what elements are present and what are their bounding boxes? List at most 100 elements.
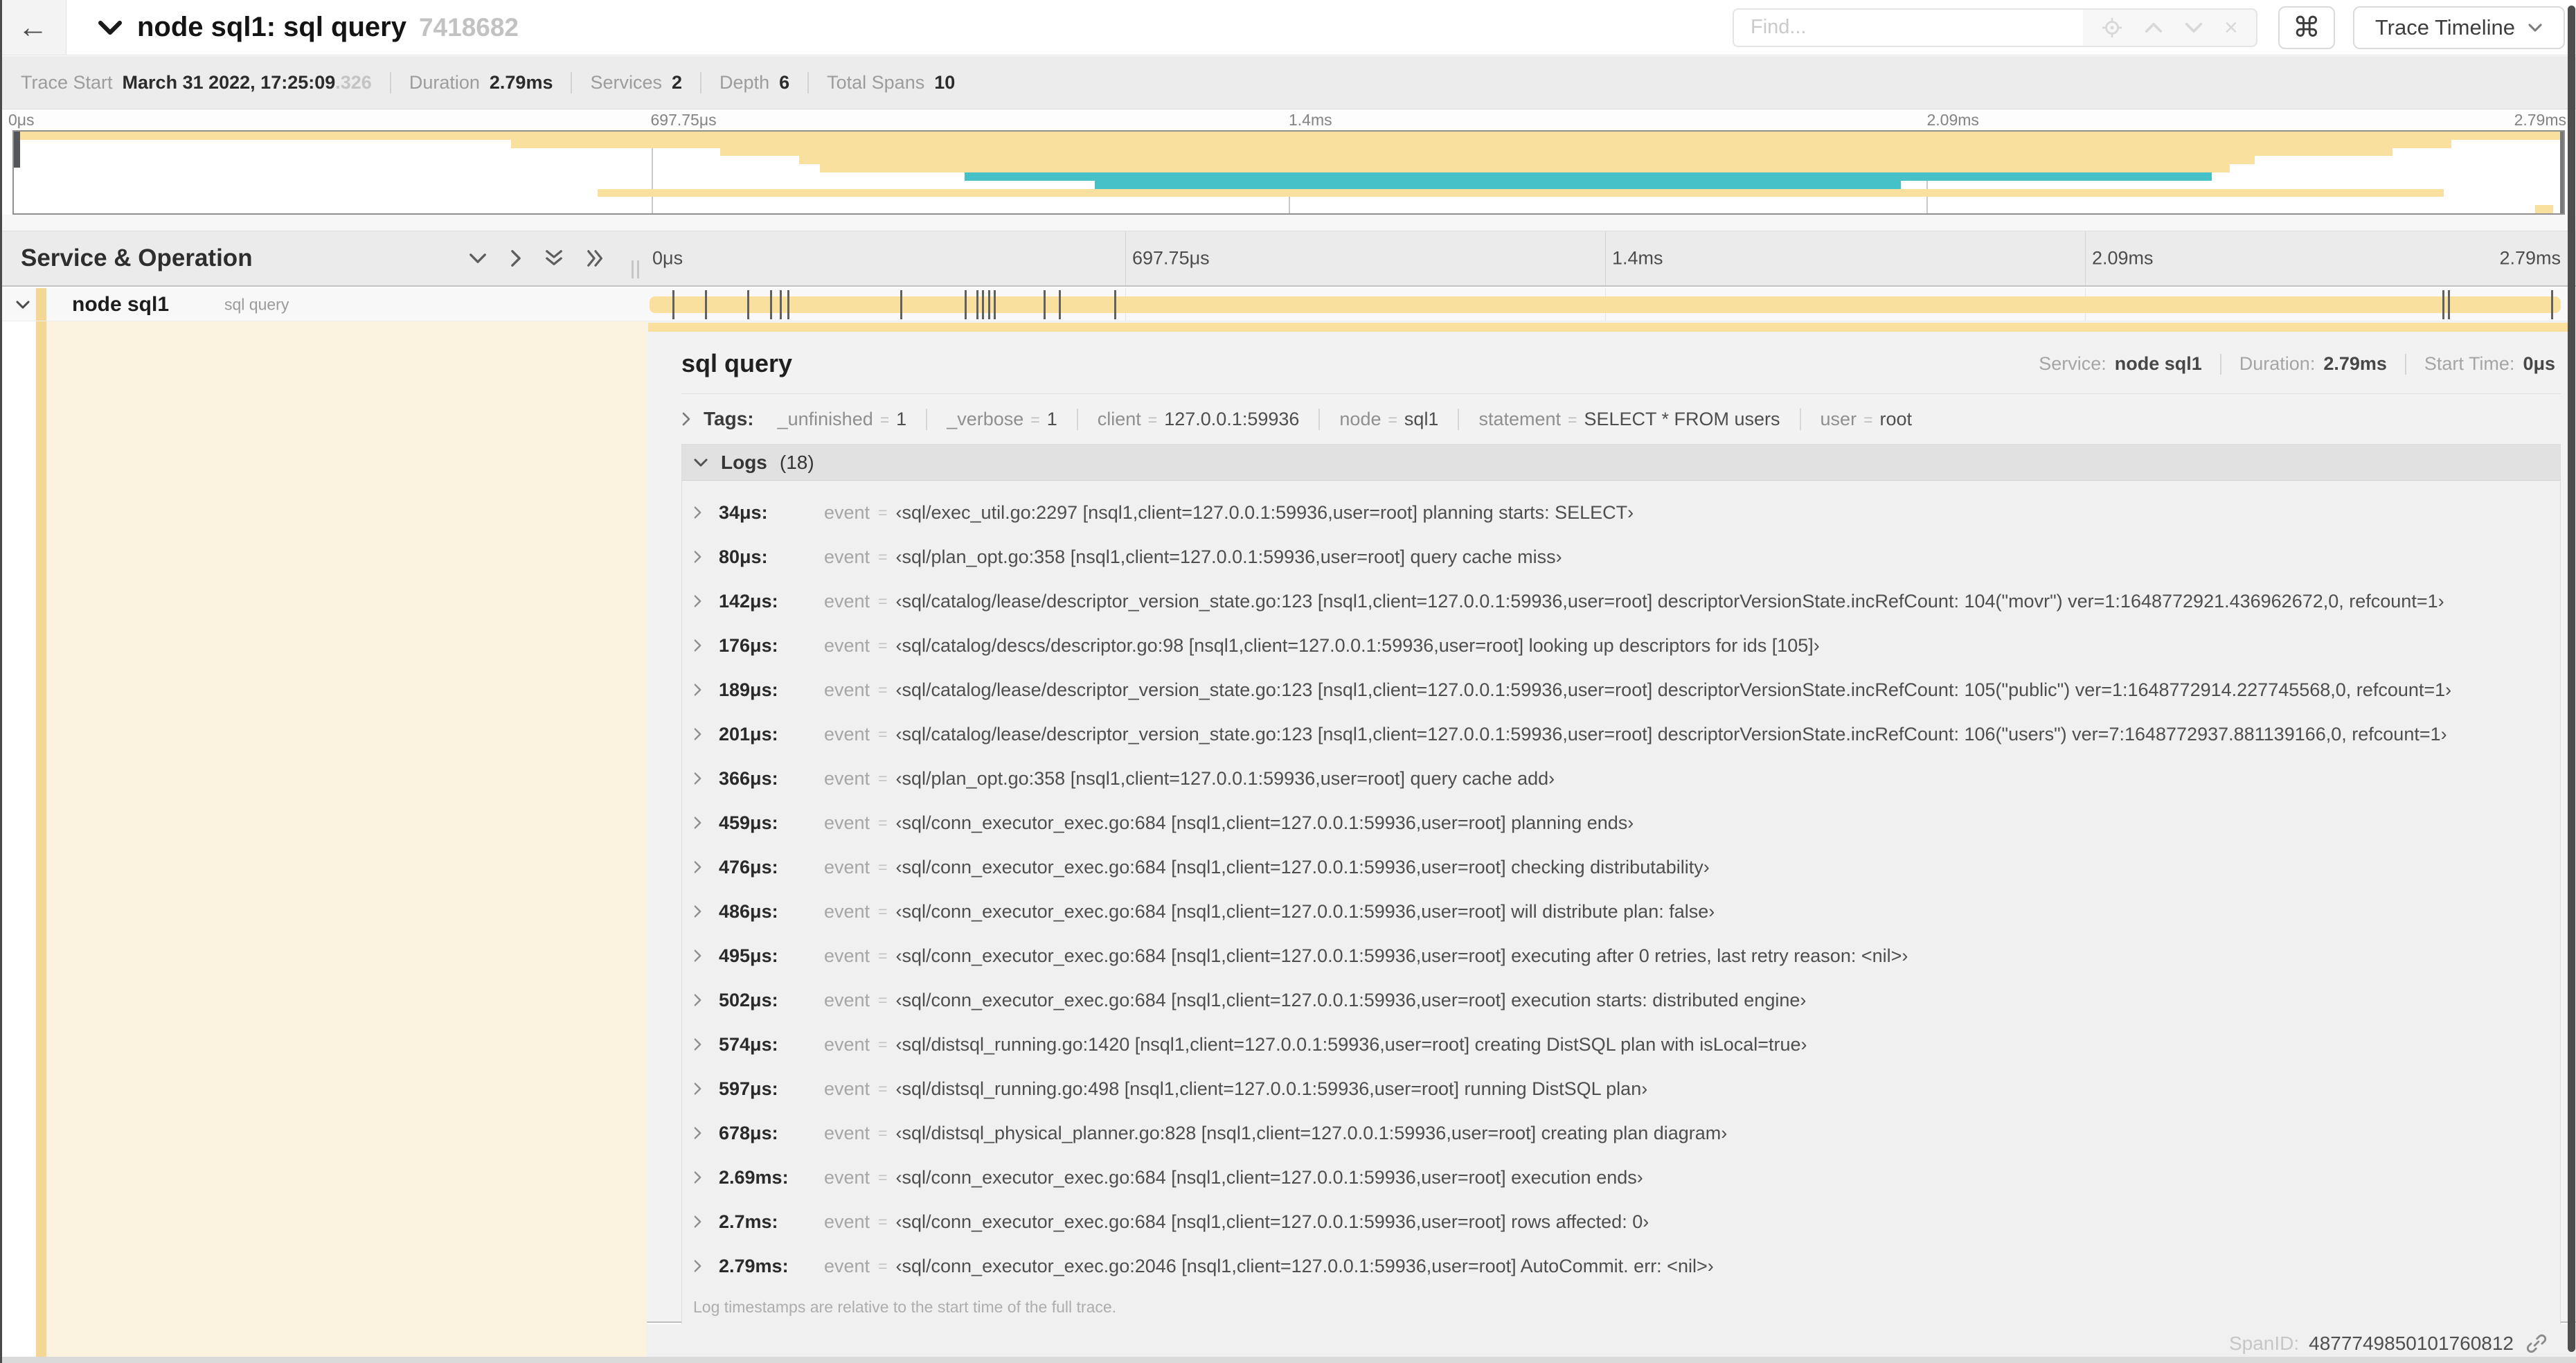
find-prev-chevron-up-icon[interactable] — [2144, 21, 2163, 34]
back-button[interactable]: ← — [0, 0, 66, 55]
span-timeline-area[interactable] — [645, 288, 2565, 321]
log-marker — [976, 290, 978, 319]
tags-row[interactable]: Tags: _unfinished = 1 _verbose = 1 clien… — [681, 394, 2561, 444]
log-chevron-right-icon[interactable] — [693, 772, 702, 785]
log-chevron-right-icon[interactable] — [693, 1170, 702, 1184]
log-row[interactable]: 678μs: event = ‹sql/distsql_physical_pla… — [682, 1111, 2560, 1155]
log-chevron-right-icon[interactable] — [693, 550, 702, 564]
log-chevron-right-icon[interactable] — [693, 860, 702, 874]
logs-header[interactable]: Logs (18) — [682, 445, 2560, 481]
log-chevron-right-icon[interactable] — [693, 949, 702, 963]
left-edge-scrollbar[interactable] — [0, 0, 2, 1363]
log-field-key: event — [824, 1078, 870, 1099]
log-row[interactable]: 495μs: event = ‹sql/conn_executor_exec.g… — [682, 934, 2560, 978]
log-field-key: event — [824, 812, 870, 833]
log-chevron-right-icon[interactable] — [693, 727, 702, 741]
log-row[interactable]: 2.69ms: event = ‹sql/conn_executor_exec.… — [682, 1155, 2560, 1200]
vertical-scrollbar-thumb[interactable] — [2568, 6, 2575, 1352]
log-chevron-right-icon[interactable] — [693, 683, 702, 697]
tag-equals: = — [1863, 410, 1873, 429]
log-field-key: event — [824, 723, 870, 745]
minimap-right-scrubber-handle[interactable] — [2560, 132, 2564, 213]
detail-title-row[interactable]: sql query Service: node sql1 Duration: 2… — [681, 321, 2561, 391]
tag-value: 1 — [896, 408, 907, 429]
minimap-left-scrubber-handle[interactable] — [14, 132, 20, 168]
log-row[interactable]: 80μs: event = ‹sql/plan_opt.go:358 [nsql… — [682, 535, 2560, 579]
log-marker — [965, 290, 967, 319]
log-row[interactable]: 366μs: event = ‹sql/plan_opt.go:358 [nsq… — [682, 756, 2560, 801]
column-resize-gripper[interactable] — [632, 260, 639, 278]
detail-span-info: Service: node sql1 Duration: 2.79ms Star… — [2039, 353, 2555, 375]
log-row[interactable]: 201μs: event = ‹sql/catalog/lease/descri… — [682, 712, 2560, 756]
log-chevron-right-icon[interactable] — [693, 816, 702, 830]
tag-equals: = — [1388, 410, 1397, 429]
log-chevron-right-icon[interactable] — [693, 1259, 702, 1273]
log-chevron-right-icon[interactable] — [693, 993, 702, 1007]
minimap-span — [719, 148, 2393, 157]
logs-chevron-down-icon[interactable] — [693, 458, 708, 467]
log-row[interactable]: 502μs: event = ‹sql/conn_executor_exec.g… — [682, 978, 2560, 1022]
log-row[interactable]: 2.79ms: event = ‹sql/conn_executor_exec.… — [682, 1244, 2560, 1288]
minimap-canvas[interactable] — [12, 130, 2565, 215]
log-row[interactable]: 486μs: event = ‹sql/conn_executor_exec.g… — [682, 889, 2560, 934]
timeline-tick-label: 697.75μs — [1132, 247, 1210, 269]
collapse-all-double-chevron-down-icon[interactable] — [544, 249, 564, 268]
collapse-one-chevron-down-icon[interactable] — [468, 252, 488, 265]
log-chevron-right-icon[interactable] — [693, 1126, 702, 1140]
log-row[interactable]: 2.7ms: event = ‹sql/conn_executor_exec.g… — [682, 1200, 2560, 1244]
log-equals: = — [878, 813, 888, 832]
minimap-span — [965, 172, 2212, 181]
log-row[interactable]: 476μs: event = ‹sql/conn_executor_exec.g… — [682, 845, 2560, 889]
log-row[interactable]: 459μs: event = ‹sql/conn_executor_exec.g… — [682, 801, 2560, 845]
find-next-chevron-down-icon[interactable] — [2184, 21, 2203, 34]
tag-equals: = — [1568, 410, 1577, 429]
log-row[interactable]: 597μs: event = ‹sql/distsql_running.go:4… — [682, 1067, 2560, 1111]
timeline-tick-label: 0μs — [652, 247, 683, 269]
log-marker — [746, 290, 749, 319]
log-timestamp: 574μs: — [719, 1033, 778, 1055]
keyboard-shortcuts-button[interactable]: ⌘ — [2278, 6, 2335, 49]
log-equals: = — [878, 591, 888, 610]
horizontal-scrollbar-track[interactable] — [0, 1357, 2576, 1363]
log-chevron-right-icon[interactable] — [693, 1215, 702, 1229]
log-row[interactable]: 142μs: event = ‹sql/catalog/lease/descri… — [682, 579, 2560, 623]
span-service-name: node sql1 — [72, 292, 170, 316]
span-detail-panel: sql query Service: node sql1 Duration: 2… — [647, 321, 2576, 1328]
meta-label: Duration — [409, 71, 480, 93]
log-row[interactable]: 34μs: event = ‹sql/exec_util.go:2297 [ns… — [682, 490, 2560, 535]
log-timestamp: 597μs: — [719, 1078, 778, 1099]
log-timestamp: 189μs: — [719, 679, 778, 700]
trace-meta-item: Duration 2.79ms — [389, 71, 553, 93]
view-selector-button[interactable]: Trace Timeline — [2352, 6, 2565, 49]
log-row[interactable]: 574μs: event = ‹sql/distsql_running.go:1… — [682, 1022, 2560, 1067]
log-chevron-right-icon[interactable] — [693, 1082, 702, 1096]
log-row[interactable]: 176μs: event = ‹sql/catalog/descs/descri… — [682, 623, 2560, 668]
log-chevron-right-icon[interactable] — [693, 506, 702, 519]
duration-value: 2.79ms — [2323, 353, 2387, 374]
find-clear-x-icon[interactable]: × — [2224, 16, 2238, 39]
locate-target-icon[interactable] — [2101, 17, 2123, 39]
log-timestamp: 201μs: — [719, 723, 778, 745]
find-input[interactable] — [1733, 8, 2083, 47]
deep-link-icon[interactable] — [2525, 1332, 2548, 1355]
tags-chevron-right-icon[interactable] — [681, 411, 691, 427]
log-chevron-right-icon[interactable] — [693, 1037, 702, 1051]
span-duration-bar[interactable] — [650, 290, 2561, 319]
log-marker — [982, 290, 985, 319]
tag-value: 127.0.0.1:59936 — [1164, 408, 1300, 429]
view-selector-label: Trace Timeline — [2374, 15, 2515, 39]
expand-all-double-chevron-right-icon[interactable] — [586, 249, 605, 268]
start-time-label: Start Time: — [2424, 353, 2515, 374]
log-chevron-right-icon[interactable] — [693, 594, 702, 608]
log-field-key: event — [824, 1255, 870, 1276]
expand-one-chevron-right-icon[interactable] — [510, 249, 522, 268]
log-row[interactable]: 189μs: event = ‹sql/catalog/lease/descri… — [682, 668, 2560, 712]
span-row-node-sql1[interactable]: node sql1 sql query — [0, 288, 2576, 321]
log-chevron-right-icon[interactable] — [693, 905, 702, 918]
minimap-span — [14, 132, 2564, 140]
span-collapse-chevron-down-icon[interactable] — [15, 300, 30, 310]
collapse-trace-chevron-down-icon[interactable] — [97, 19, 123, 36]
log-chevron-right-icon[interactable] — [693, 639, 702, 652]
service-value: node sql1 — [2114, 353, 2202, 374]
log-marker — [779, 290, 782, 319]
